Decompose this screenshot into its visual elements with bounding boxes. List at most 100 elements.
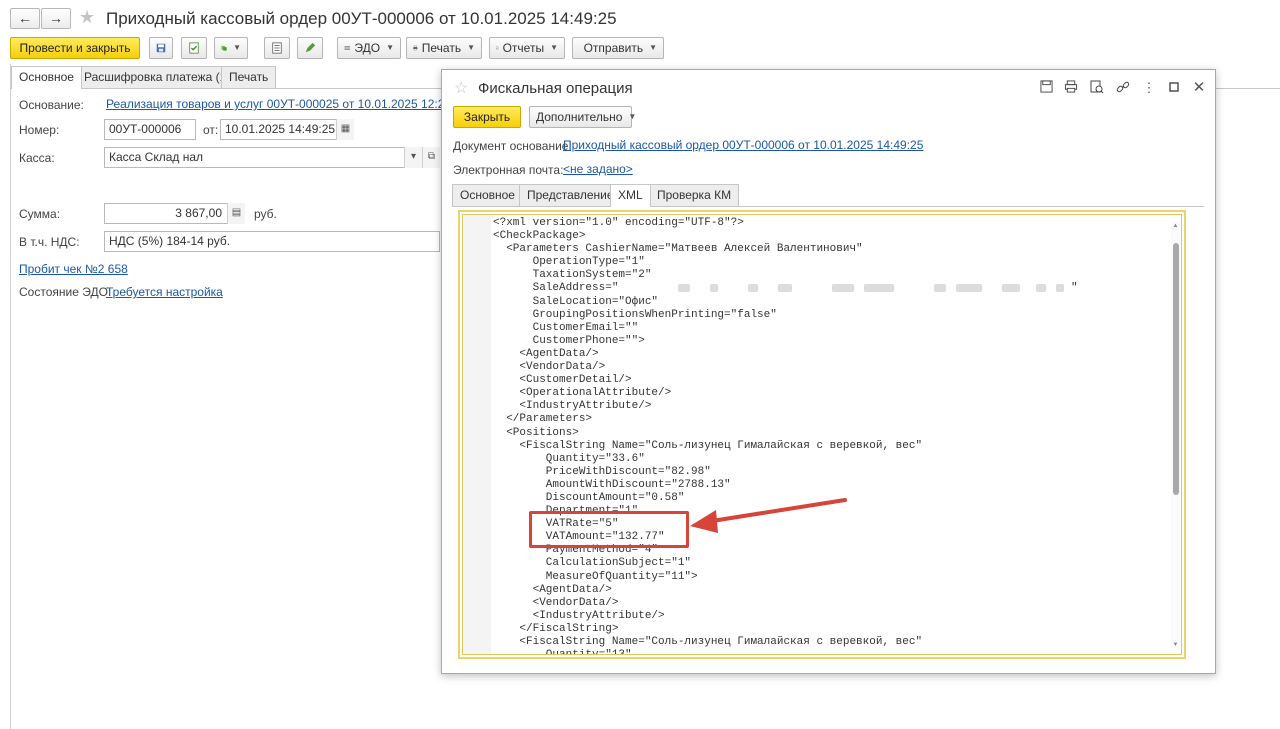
create-based-icon	[221, 45, 227, 51]
post-and-close-label: Провести и закрыть	[19, 41, 131, 55]
vat-field[interactable]: НДС (5%) 184-14 руб.	[104, 231, 440, 252]
link-icon[interactable]	[1115, 80, 1131, 96]
xml-line: <?xml version="1.0" encoding="UTF-8"?>	[493, 217, 744, 229]
send-icon	[579, 47, 580, 49]
xml-line: SaleLocation="Офис"	[493, 295, 659, 308]
xml-line: </FiscalString>	[493, 622, 619, 635]
xml-line: CustomerPhone="">	[493, 334, 645, 347]
xml-text[interactable]: <?xml version="1.0" encoding="UTF-8"?> <C…	[493, 217, 1167, 654]
close-button-label: Закрыть	[463, 110, 511, 124]
more-actions-label: Дополнительно	[536, 110, 623, 124]
back-button[interactable]: ←	[10, 8, 40, 29]
xml-line: Quantity="33.6"	[493, 452, 645, 465]
doc-basis-link[interactable]: Приходный кассовый ордер 00УТ-000006 от …	[563, 138, 923, 152]
redacted-block	[934, 283, 947, 292]
dialog-tab-xml[interactable]: XML	[610, 184, 651, 207]
xml-line: PriceWithDiscount="82.98"	[493, 465, 711, 478]
xml-line: <IndustryAttribute/>	[493, 609, 665, 622]
date-field[interactable]: 10.01.2025 14:49:25	[220, 119, 354, 140]
fiscal-operation-dialog: ☆ Фискальная операция ⋮ ✕ Закрыть Дополн…	[441, 69, 1216, 674]
redacted-block	[748, 283, 759, 292]
open-icon[interactable]: ⧉	[422, 147, 440, 168]
xml-line: Quantity="13"	[493, 649, 1167, 654]
email-link[interactable]: <не задано>	[563, 162, 633, 176]
edo-icon	[344, 46, 350, 50]
xml-line: SaleAddress=" "	[493, 282, 1078, 295]
receipt-link[interactable]: Пробит чек №2 658	[19, 262, 128, 276]
sum-field[interactable]: 3 867,00	[104, 203, 245, 224]
journal-button[interactable]	[264, 37, 290, 59]
post-document-icon	[189, 42, 199, 54]
redacted-block	[956, 283, 983, 292]
edit-button[interactable]	[297, 37, 323, 59]
send-button[interactable]: Отправить ▼	[572, 37, 664, 59]
scroll-up-icon[interactable]: ▲	[1172, 223, 1179, 229]
tab-payment-details[interactable]: Расшифровка платежа (1)	[76, 66, 239, 88]
dialog-favorite-star-icon[interactable]: ☆	[454, 78, 468, 98]
xml-line: TaxationSystem="2"	[493, 269, 652, 282]
edo-button[interactable]: ЭДО ▼	[337, 37, 401, 59]
more-menu-icon[interactable]: ⋮	[1141, 80, 1157, 96]
more-actions-button[interactable]: Дополнительно ▼	[529, 106, 636, 128]
currency-label: руб.	[254, 207, 277, 221]
printer-icon[interactable]	[1063, 80, 1079, 96]
vat-highlight-box	[529, 511, 689, 548]
dialog-tabs-underline	[452, 206, 1204, 207]
date-label: от:	[203, 123, 219, 137]
redacted-block	[1036, 283, 1047, 292]
close-button[interactable]: Закрыть	[453, 106, 521, 128]
xml-line: <IndustryAttribute/>	[493, 400, 652, 413]
xml-line: <VendorData/>	[493, 361, 606, 374]
tab-print[interactable]: Печать	[221, 66, 277, 88]
printer-icon	[413, 45, 418, 51]
xml-line: <OperationalAttribute/>	[493, 387, 672, 400]
reports-button[interactable]: Отчеты ▼	[489, 37, 565, 59]
xml-line: <AgentData/>	[493, 347, 599, 360]
xml-line: <Positions>	[493, 426, 579, 439]
xml-line: DiscountAmount="0.58"	[493, 491, 685, 504]
save-icon[interactable]	[1038, 80, 1054, 96]
close-icon[interactable]: ✕	[1191, 80, 1207, 96]
xml-line: <CheckPackage>	[493, 230, 586, 243]
xml-line: <Parameters CashierName="Матвеев Алексей…	[493, 243, 863, 256]
xml-line: MeasureOfQuantity="11">	[493, 570, 698, 583]
calculator-icon[interactable]: ▤	[227, 203, 245, 224]
xml-scrollbar-thumb[interactable]	[1173, 243, 1179, 495]
edo-state-label: Состояние ЭДО:	[19, 285, 112, 299]
number-field[interactable]: 00УТ-000006	[104, 119, 196, 140]
dropdown-icon[interactable]: ▾	[404, 147, 422, 168]
send-label: Отправить	[583, 41, 644, 55]
post-and-close-button[interactable]: Провести и закрыть	[10, 37, 140, 59]
dialog-tab-view[interactable]: Представление	[519, 184, 622, 206]
calendar-icon[interactable]: ▦	[336, 119, 354, 140]
date-value: 10.01.2025 14:49:25	[225, 122, 336, 136]
redacted-block	[1002, 283, 1021, 292]
forward-button[interactable]: →	[41, 8, 71, 29]
basis-link[interactable]: Реализация товаров и услуг 00УТ-000025 о…	[106, 97, 468, 111]
save-button[interactable]	[149, 37, 173, 59]
pencil-icon	[305, 42, 316, 53]
xml-editor[interactable]: <?xml version="1.0" encoding="UTF-8"?> <C…	[458, 210, 1186, 659]
xml-line: <VendorData/>	[493, 596, 619, 609]
xml-gutter	[463, 215, 491, 654]
xml-line: CalculationSubject="1"	[493, 557, 692, 570]
maximize-icon[interactable]	[1166, 80, 1182, 96]
scroll-down-icon[interactable]: ▼	[1172, 642, 1179, 648]
preview-icon[interactable]	[1089, 80, 1105, 96]
favorite-star-icon[interactable]: ★	[79, 7, 95, 28]
basis-label: Основание:	[19, 98, 84, 112]
xml-line: <FiscalString Name="Соль-лизунец Гималай…	[493, 636, 923, 648]
doc-basis-label: Документ основание:	[453, 139, 572, 153]
cash-value: Касса Склад нал	[109, 150, 204, 164]
edo-state-link[interactable]: Требуется настройка	[106, 285, 223, 299]
cash-field[interactable]: Касса Склад нал	[104, 147, 440, 168]
create-based-on-button[interactable]: ▼	[214, 37, 248, 59]
dialog-tab-main[interactable]: Основное	[452, 184, 523, 206]
redacted-block	[710, 283, 719, 292]
post-button[interactable]	[181, 37, 207, 59]
dialog-tab-mark-check[interactable]: Проверка КМ	[649, 184, 740, 206]
tab-main[interactable]: Основное	[11, 66, 82, 89]
form-left-border	[10, 64, 11, 729]
print-button[interactable]: Печать ▼	[406, 37, 482, 59]
number-label: Номер:	[19, 123, 60, 137]
